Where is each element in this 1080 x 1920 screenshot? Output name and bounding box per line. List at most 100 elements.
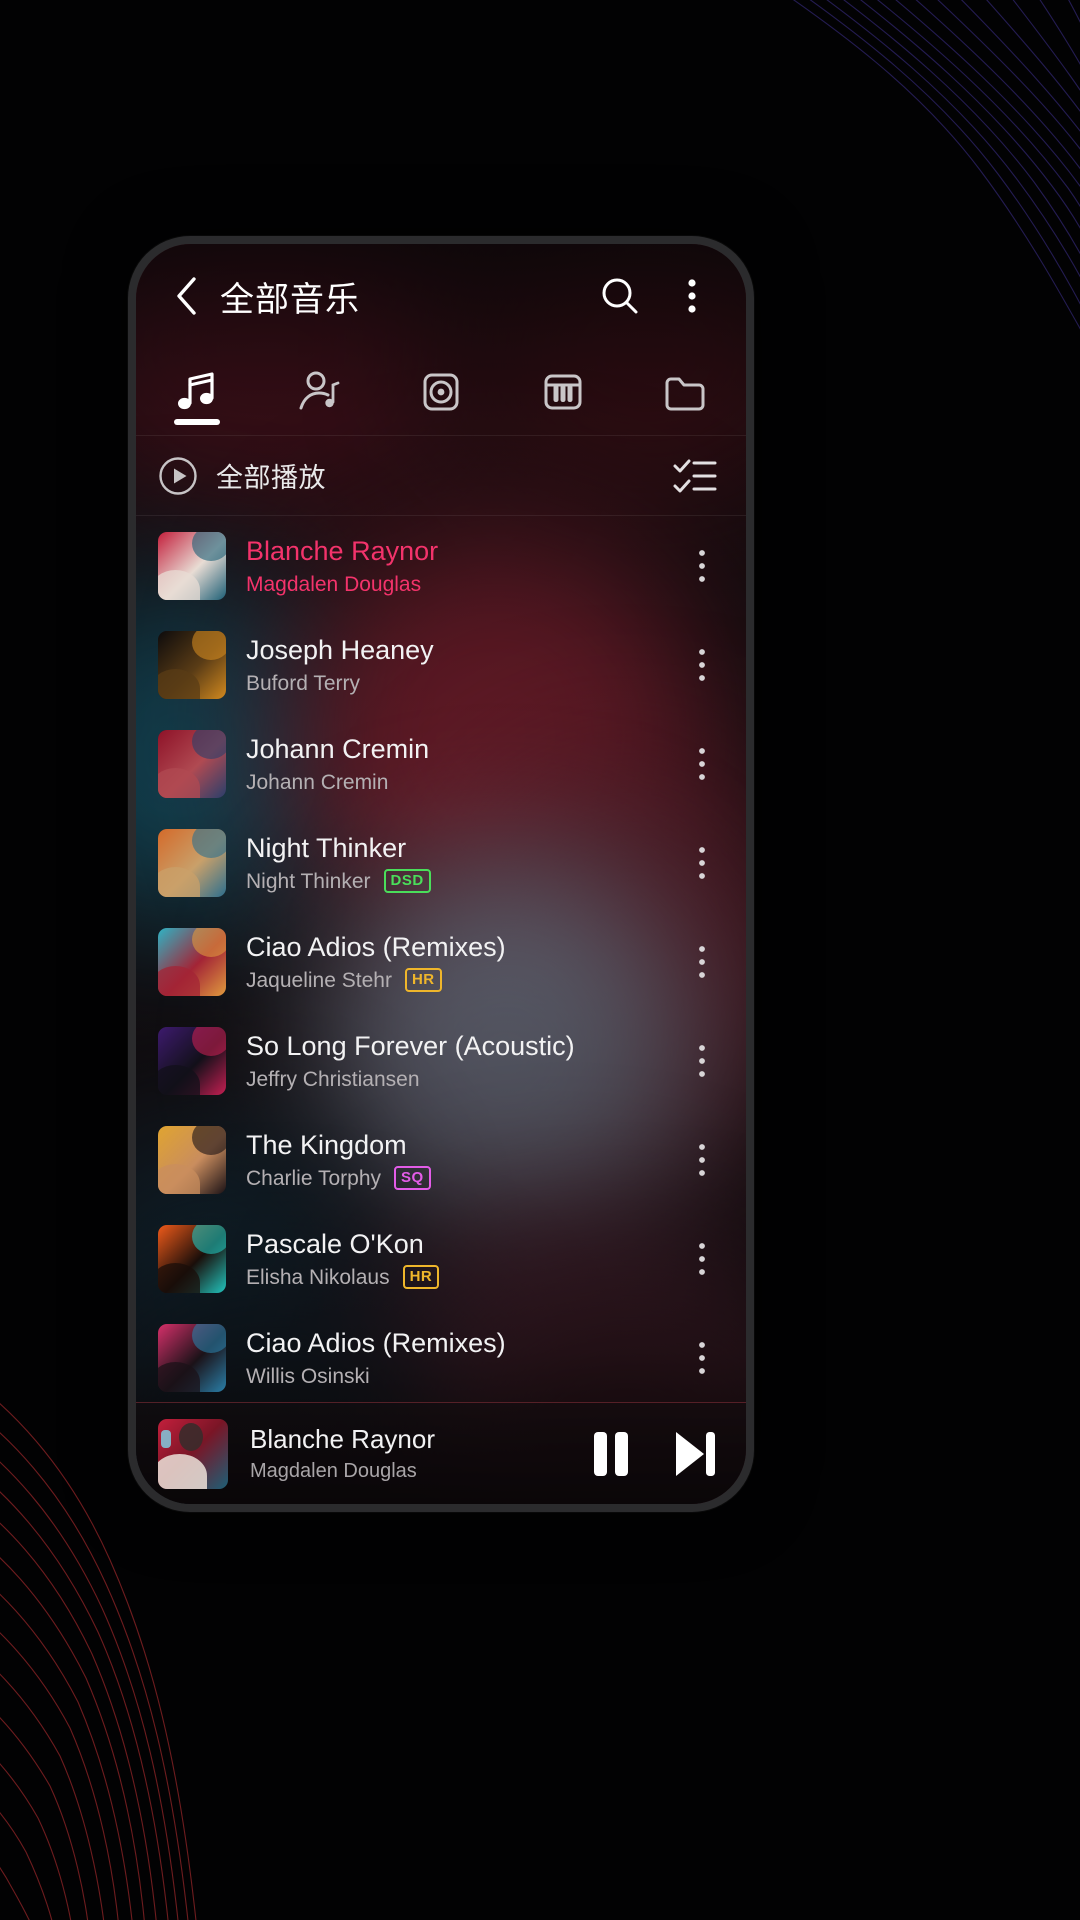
song-subtitle-row: Night Thinker DSD [246, 868, 676, 895]
song-artist: Jaqueline Stehr [246, 968, 392, 992]
song-subtitle-row: Elisha Nikolaus HR [246, 1264, 676, 1291]
more-vertical-icon [699, 1341, 705, 1374]
song-row[interactable]: Pascale O'Kon Elisha Nikolaus HR [136, 1209, 746, 1308]
mini-player-artwork[interactable] [158, 1418, 228, 1489]
song-title: Pascale O'Kon [246, 1228, 424, 1259]
tab-artists[interactable] [258, 348, 380, 435]
song-overflow-button[interactable] [676, 1224, 728, 1294]
song-artist: Elisha Nikolaus [246, 1265, 390, 1289]
mini-player-title: Blanche Raynor [250, 1424, 435, 1454]
tab-albums[interactable] [380, 348, 502, 435]
song-list[interactable]: Blanche Raynor Magdalen Douglas Joseph Hea… [136, 516, 746, 1402]
more-vertical-icon [699, 1143, 705, 1176]
back-button[interactable] [160, 270, 212, 322]
search-button[interactable] [594, 270, 646, 322]
search-icon [602, 278, 638, 314]
song-subtitle-row: Buford Terry [246, 670, 676, 697]
song-overflow-button[interactable] [676, 630, 728, 700]
folder-icon [665, 377, 705, 410]
album-artwork [158, 828, 226, 897]
album-artwork [158, 1125, 226, 1194]
quality-badge: HR [402, 1265, 440, 1289]
song-overflow-button[interactable] [676, 1026, 728, 1096]
phone-device-frame: 全部音乐 全部播放 Blanche Raynor Magdalen Dougla… [128, 236, 754, 1512]
song-title: Ciao Adios (Remixes) [246, 931, 506, 962]
song-meta: Ciao Adios (Remixes) Jaqueline Stehr HR [246, 930, 676, 994]
song-title: Johann Cremin [246, 733, 430, 764]
mini-player-artist: Magdalen Douglas [250, 1460, 417, 1482]
song-row[interactable]: Johann Cremin Johann Cremin [136, 714, 746, 813]
song-overflow-button[interactable] [676, 1323, 728, 1393]
tab-songs[interactable] [136, 348, 258, 435]
song-row[interactable]: Night Thinker Night Thinker DSD [136, 813, 746, 912]
pause-icon [594, 1431, 628, 1476]
album-artwork [158, 927, 226, 996]
mini-player: Blanche Raynor Magdalen Douglas [136, 1402, 746, 1504]
song-artist: Charlie Torphy [246, 1166, 382, 1190]
song-meta: Joseph Heaney Buford Terry [246, 633, 676, 697]
song-artist: Magdalen Douglas [246, 572, 422, 596]
phone-screen: 全部音乐 全部播放 Blanche Raynor Magdalen Dougla… [136, 244, 746, 1504]
song-title: The Kingdom [246, 1129, 407, 1160]
more-vertical-icon [699, 648, 705, 681]
play-all-row: 全部播放 [136, 436, 746, 516]
song-overflow-button[interactable] [676, 927, 728, 997]
quality-badge: HR [404, 968, 442, 992]
song-overflow-button[interactable] [676, 729, 728, 799]
quality-badge: DSD [383, 869, 431, 893]
song-meta: So Long Forever (Acoustic) Jeffry Christi… [246, 1029, 676, 1093]
header-actions [594, 270, 718, 322]
more-vertical-icon [699, 846, 705, 879]
more-vertical-icon [699, 549, 705, 582]
song-row[interactable]: Ciao Adios (Remixes) Jaqueline Stehr HR [136, 912, 746, 1011]
song-meta: Johann Cremin Johann Cremin [246, 732, 676, 796]
album-artwork [158, 630, 226, 699]
song-artist: Willis Osinski [246, 1364, 370, 1388]
multi-select-button[interactable] [672, 456, 718, 496]
mini-player-meta: Blanche Raynor Magdalen Douglas [250, 1423, 570, 1484]
more-vertical-icon [699, 1242, 705, 1275]
app-header: 全部音乐 [136, 244, 746, 348]
song-row[interactable]: Blanche Raynor Magdalen Douglas [136, 516, 746, 615]
song-overflow-button[interactable] [676, 1125, 728, 1195]
song-meta: Night Thinker Night Thinker DSD [246, 831, 676, 895]
song-subtitle-row: Johann Cremin [246, 769, 676, 796]
music-note-icon [178, 371, 214, 409]
play-all-label: 全部播放 [216, 463, 326, 493]
song-row[interactable]: The Kingdom Charlie Torphy SQ [136, 1110, 746, 1209]
song-subtitle-row: Jaqueline Stehr HR [246, 967, 676, 994]
song-overflow-button[interactable] [676, 531, 728, 601]
song-row[interactable]: Joseph Heaney Buford Terry [136, 615, 746, 714]
checklist-icon [673, 459, 717, 492]
tab-genres[interactable] [502, 348, 624, 435]
album-artwork [158, 729, 226, 798]
song-title: So Long Forever (Acoustic) [246, 1030, 575, 1061]
song-artist: Night Thinker [246, 869, 371, 893]
song-artist: Johann Cremin [246, 770, 389, 794]
song-subtitle-row: Jeffry Christiansen [246, 1066, 676, 1093]
song-row[interactable]: So Long Forever (Acoustic) Jeffry Christi… [136, 1011, 746, 1110]
tab-folders[interactable] [624, 348, 746, 435]
song-overflow-button[interactable] [676, 828, 728, 898]
song-title: Joseph Heaney [246, 634, 434, 665]
album-artwork [158, 1323, 226, 1392]
song-subtitle-row: Willis Osinski [246, 1363, 676, 1390]
song-meta: Ciao Adios (Remixes) Willis Osinski [246, 1326, 676, 1390]
song-meta: Blanche Raynor Magdalen Douglas [246, 534, 676, 598]
album-disc-icon [423, 373, 459, 410]
song-artist: Jeffry Christiansen [246, 1067, 420, 1091]
next-track-button[interactable] [670, 1428, 720, 1480]
song-row[interactable]: Ciao Adios (Remixes) Willis Osinski [136, 1308, 746, 1402]
more-vertical-icon [688, 279, 696, 313]
play-all-button[interactable]: 全部播放 [158, 456, 326, 496]
artist-icon [299, 371, 340, 409]
more-vertical-icon [699, 747, 705, 780]
song-title: Night Thinker [246, 832, 407, 863]
album-artwork [158, 1224, 226, 1293]
overflow-menu-button[interactable] [666, 270, 718, 322]
song-subtitle-row: Magdalen Douglas [246, 571, 676, 598]
chevron-left-icon [177, 277, 196, 315]
song-subtitle-row: Charlie Torphy SQ [246, 1165, 676, 1192]
page-title: 全部音乐 [220, 280, 360, 319]
pause-button[interactable] [588, 1428, 634, 1480]
